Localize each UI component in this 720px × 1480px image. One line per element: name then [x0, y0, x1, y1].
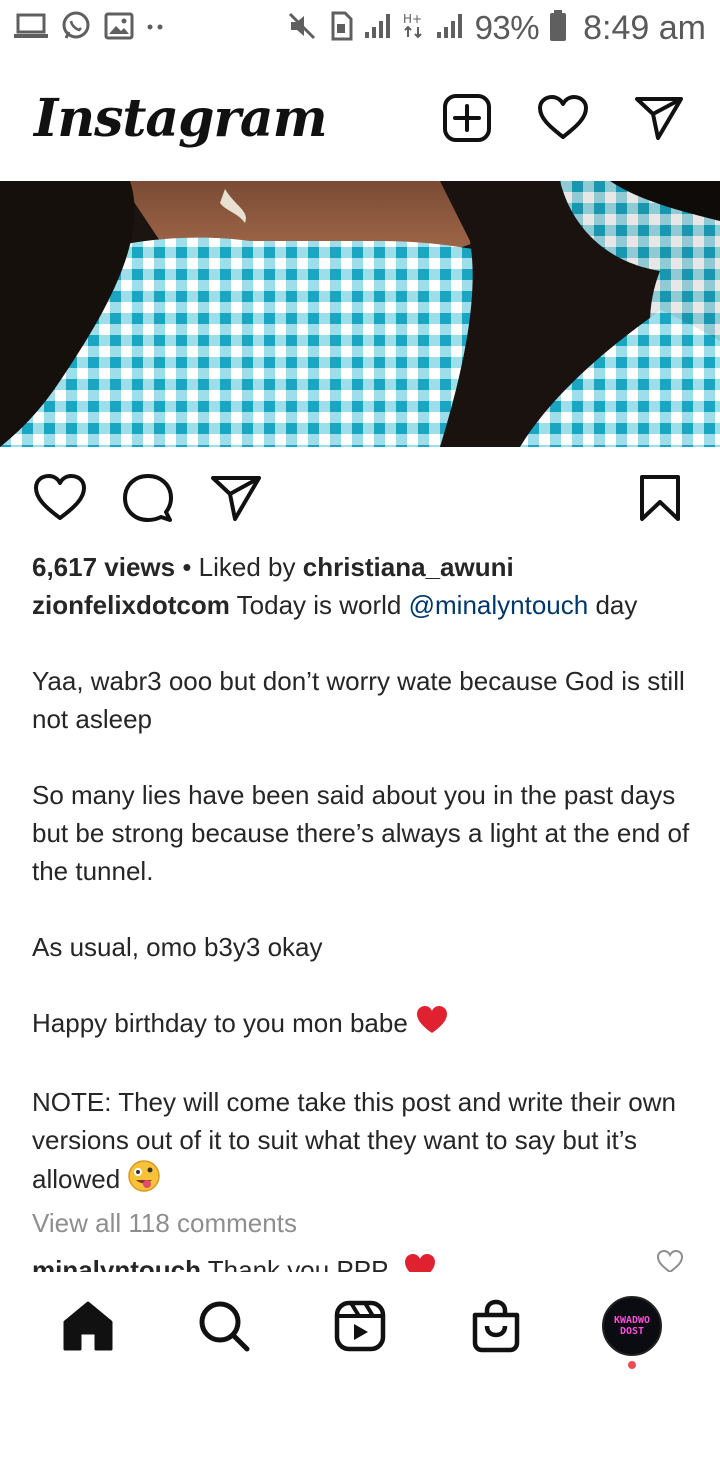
status-bar: H+ 93% 8:49 am	[0, 0, 720, 56]
sim-card-icon	[327, 11, 353, 46]
heart-icon	[34, 474, 86, 520]
avatar: KWADWO DOST	[602, 1296, 662, 1356]
plus-square-icon	[443, 94, 491, 142]
clock: 8:49 am	[583, 8, 706, 47]
svg-text:H+: H+	[403, 12, 422, 26]
avatar-text-line2: DOST	[619, 1326, 645, 1337]
bookmark-icon	[640, 475, 680, 521]
paper-plane-icon	[635, 97, 683, 140]
liked-by-label: • Liked by	[175, 552, 303, 582]
heart-icon	[538, 95, 588, 139]
whatsapp-icon	[60, 10, 92, 47]
more-dots-icon	[146, 19, 166, 37]
comment-bubble-icon	[123, 474, 173, 522]
caption-paragraph-note: NOTE: They will come take this post and …	[32, 1083, 692, 1203]
avatar-text-line1: KWADWO	[613, 1315, 651, 1326]
post-actions	[0, 466, 720, 530]
caption-text: Happy birthday to you mon babe	[32, 1008, 408, 1038]
views-count[interactable]: 6,617 views	[32, 552, 175, 582]
notification-dot	[628, 1361, 636, 1369]
nav-search[interactable]	[189, 1291, 259, 1361]
caption-paragraph-birthday: Happy birthday to you mon babe	[32, 1004, 692, 1045]
home-icon	[63, 1301, 113, 1351]
red-heart-icon	[403, 1253, 437, 1272]
caption-paragraph: Yaa, wabr3 ooo but don’t worry wate beca…	[32, 666, 685, 734]
instagram-logo[interactable]: Instagram	[34, 88, 328, 149]
comment-username[interactable]: minalyntouch	[32, 1255, 201, 1272]
nav-shop[interactable]	[461, 1291, 531, 1361]
caption-text-end: day	[588, 590, 638, 620]
caption-first-line: zionfelixdotcom Today is world @minalynt…	[32, 586, 692, 624]
reels-icon	[334, 1300, 386, 1352]
zany-face-emoji-icon	[127, 1159, 161, 1203]
likes-line: 6,617 views • Liked by christiana_awuni	[32, 548, 692, 586]
liked-by-user[interactable]: christiana_awuni	[303, 552, 514, 582]
author-username[interactable]: zionfelixdotcom	[32, 590, 230, 620]
mention-link[interactable]: @minalyntouch	[409, 590, 589, 620]
signal-icon-2	[435, 12, 465, 45]
caption-paragraph: As usual, omo b3y3 okay	[32, 932, 323, 962]
post-caption: 6,617 views • Liked by christiana_awuni …	[32, 548, 692, 1203]
share-button[interactable]	[206, 468, 266, 528]
app-header: Instagram	[0, 56, 720, 180]
nav-reels[interactable]	[325, 1291, 395, 1361]
data-hplus-icon: H+	[403, 11, 425, 46]
laptop-icon	[14, 12, 48, 45]
red-heart-icon	[415, 1005, 449, 1045]
comment-button[interactable]	[118, 468, 178, 528]
paper-plane-icon	[211, 476, 261, 521]
comment-text: Thank you PPP	[201, 1255, 388, 1272]
view-all-comments-link[interactable]: View all 118 comments	[32, 1208, 297, 1239]
battery-icon	[549, 9, 567, 47]
gallery-icon	[104, 12, 134, 45]
post-image[interactable]	[0, 181, 720, 447]
like-button[interactable]	[30, 468, 90, 528]
signal-icon-1	[363, 12, 393, 45]
search-icon	[199, 1301, 250, 1352]
activity-button[interactable]	[536, 91, 590, 145]
bottom-navigation: KWADWO DOST	[0, 1272, 720, 1380]
caption-paragraph: So many lies have been said about you in…	[32, 780, 690, 886]
post-photo-graphic	[0, 181, 720, 447]
caption-text: Today is world	[229, 590, 409, 620]
direct-messages-button[interactable]	[632, 91, 686, 145]
save-button[interactable]	[630, 468, 690, 528]
small-heart-icon	[656, 1249, 684, 1274]
battery-percent: 93%	[474, 9, 540, 46]
mute-icon	[287, 11, 317, 46]
nav-home[interactable]	[53, 1291, 123, 1361]
nav-profile[interactable]: KWADWO DOST	[597, 1291, 667, 1369]
shopping-bag-icon	[472, 1299, 520, 1353]
comment-preview: minalyntouch Thank you PPP	[32, 1252, 692, 1272]
new-post-button[interactable]	[440, 91, 494, 145]
